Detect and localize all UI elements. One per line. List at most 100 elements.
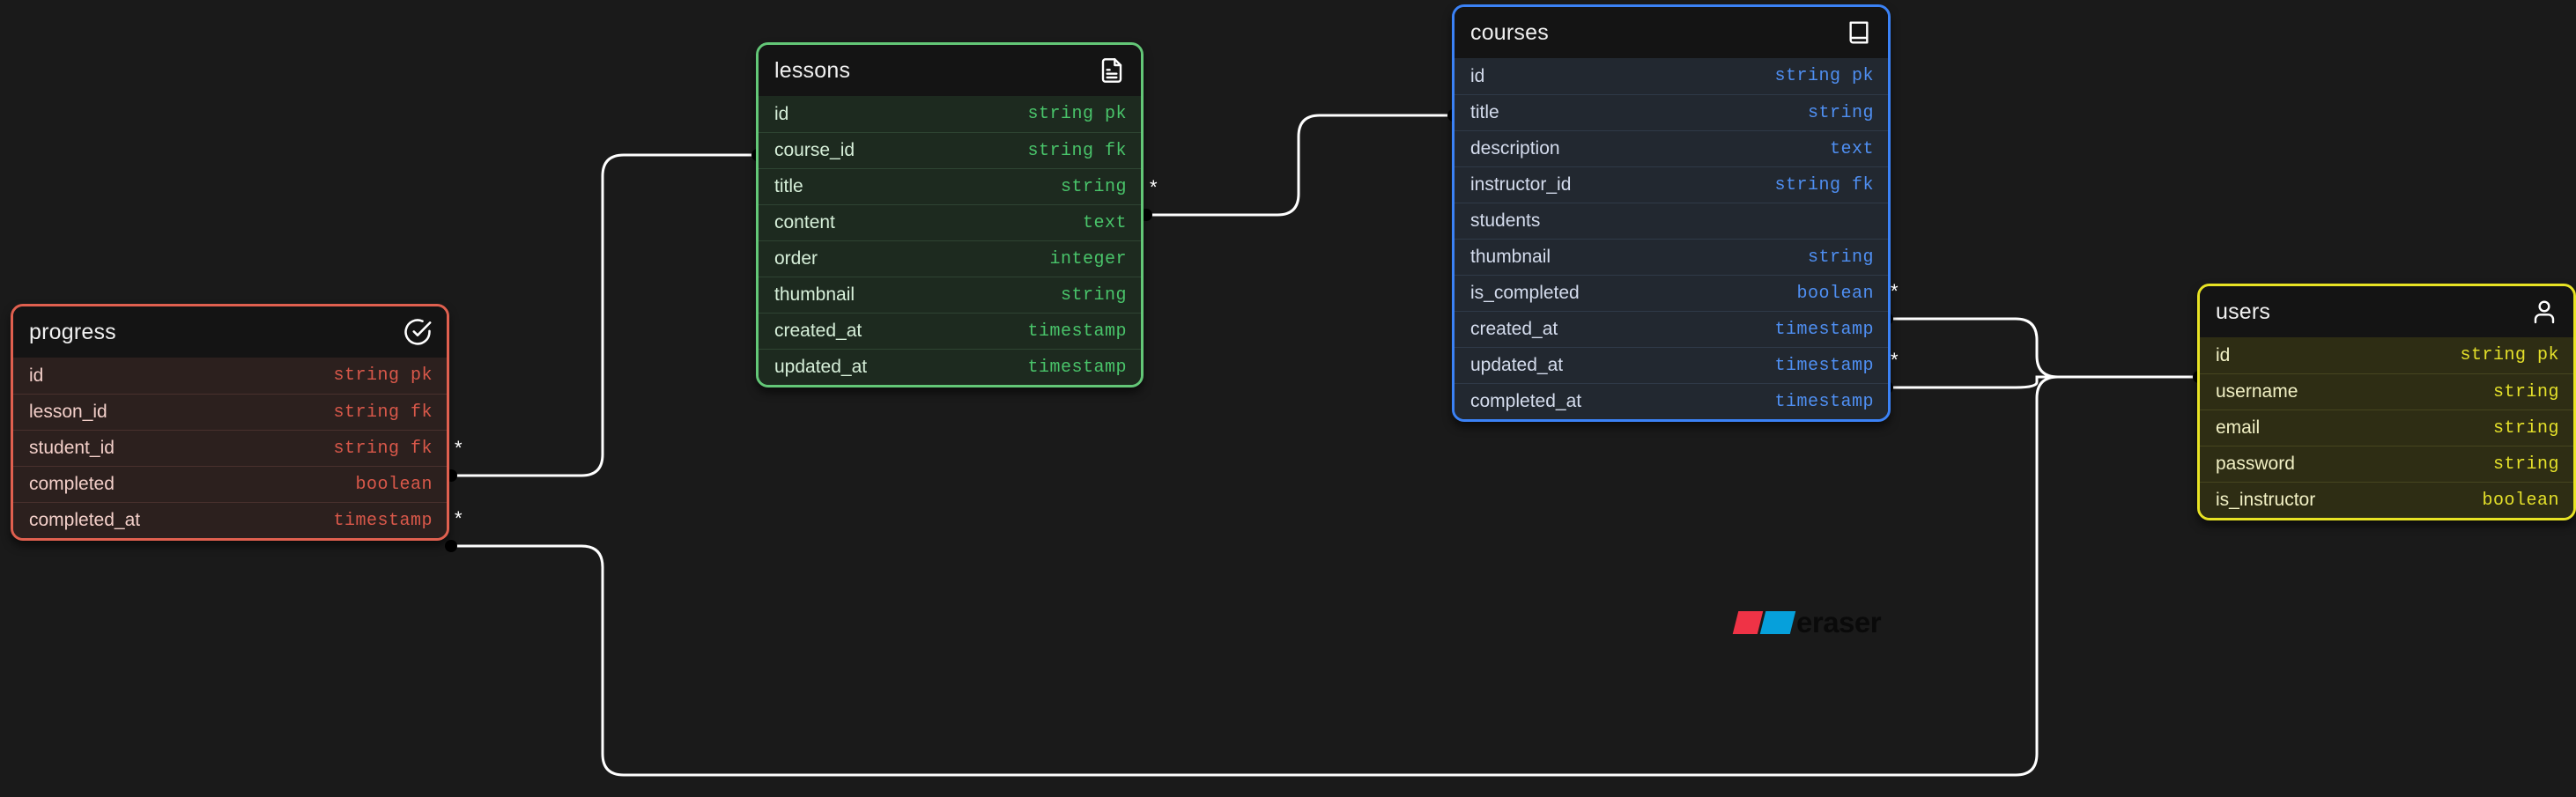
eraser-logo-icon bbox=[1732, 610, 1796, 634]
eraser-wordmark: eraser bbox=[1796, 606, 1882, 638]
table-row[interactable]: course_id string fk bbox=[759, 132, 1141, 168]
field-name: thumbnail bbox=[774, 284, 855, 305]
table-row[interactable]: title string bbox=[759, 168, 1141, 204]
field-type: string fk bbox=[333, 402, 433, 423]
table-row[interactable]: student_id string fk bbox=[13, 430, 447, 466]
table-row[interactable]: created_at timestamp bbox=[1455, 311, 1888, 347]
table-row[interactable]: students bbox=[1455, 203, 1888, 239]
table-title-courses: courses bbox=[1470, 19, 1549, 45]
field-name: order bbox=[774, 248, 818, 269]
table-row[interactable]: completed_at timestamp bbox=[13, 502, 447, 538]
field-type: string bbox=[1060, 284, 1127, 306]
er-diagram-canvas: progress id string pk lesson_id string f… bbox=[0, 0, 2576, 797]
field-name: completed_at bbox=[29, 510, 141, 530]
field-name: content bbox=[774, 212, 835, 232]
table-row[interactable]: id string pk bbox=[1455, 58, 1888, 94]
field-type: timestamp bbox=[1774, 355, 1874, 376]
field-type: string bbox=[1060, 176, 1127, 197]
table-row[interactable]: id string pk bbox=[13, 358, 447, 394]
table-rows-lessons: id string pk course_id string fk title s… bbox=[759, 96, 1141, 385]
edge-courses-instructor-to-users-id bbox=[1886, 317, 2199, 379]
table-row[interactable]: created_at timestamp bbox=[759, 313, 1141, 349]
table-row[interactable]: id string pk bbox=[2200, 337, 2573, 373]
field-name: id bbox=[1470, 65, 1485, 86]
table-row[interactable]: description text bbox=[1455, 130, 1888, 166]
table-row[interactable]: order integer bbox=[759, 240, 1141, 277]
field-type: timestamp bbox=[1774, 319, 1874, 340]
multiplicity-marker: * bbox=[1891, 280, 1899, 302]
field-name: email bbox=[2216, 417, 2261, 438]
field-type: string pk bbox=[1774, 66, 1874, 86]
field-name: completed_at bbox=[1470, 391, 1582, 411]
table-header-progress: progress bbox=[13, 306, 447, 358]
field-type: string bbox=[2492, 381, 2559, 402]
field-name: students bbox=[1470, 210, 1541, 231]
field-type: string pk bbox=[1027, 104, 1127, 124]
multiplicity-marker: * bbox=[455, 507, 463, 529]
field-type: string pk bbox=[2460, 345, 2559, 365]
field-type: timestamp bbox=[333, 510, 433, 531]
field-name: created_at bbox=[774, 321, 862, 341]
field-type: text bbox=[1829, 138, 1874, 159]
field-type: string bbox=[1807, 102, 1874, 123]
field-name: course_id bbox=[774, 140, 855, 160]
table-card-progress[interactable]: progress id string pk lesson_id string f… bbox=[11, 304, 449, 541]
field-type: boolean bbox=[2482, 490, 2559, 511]
table-row[interactable]: updated_at timestamp bbox=[759, 349, 1141, 385]
table-row[interactable]: id string pk bbox=[759, 96, 1141, 132]
table-title-lessons: lessons bbox=[774, 57, 851, 83]
table-header-lessons: lessons bbox=[759, 45, 1141, 96]
table-row[interactable]: updated_at timestamp bbox=[1455, 347, 1888, 383]
table-header-courses: courses bbox=[1455, 7, 1888, 58]
table-card-lessons[interactable]: lessons id string pk course_id string fk bbox=[756, 42, 1144, 387]
field-name: instructor_id bbox=[1470, 174, 1572, 195]
table-row[interactable]: instructor_id string fk bbox=[1455, 166, 1888, 203]
edge-endpoint-dot bbox=[445, 540, 457, 552]
field-name: username bbox=[2216, 381, 2298, 402]
edge-lessons-course-to-courses-id bbox=[1145, 114, 1454, 217]
table-row[interactable]: completed_at timestamp bbox=[1455, 383, 1888, 419]
person-icon bbox=[2529, 297, 2559, 327]
field-type: string bbox=[2492, 417, 2559, 439]
field-name: is_completed bbox=[1470, 283, 1580, 303]
eraser-logo-red-shape bbox=[1732, 610, 1764, 634]
edge-progress-student-to-users-id bbox=[450, 375, 2199, 777]
table-row[interactable]: content text bbox=[759, 204, 1141, 240]
table-rows-progress: id string pk lesson_id string fk student… bbox=[13, 358, 447, 538]
field-type: string fk bbox=[333, 438, 433, 459]
field-type: timestamp bbox=[1774, 391, 1874, 412]
table-row[interactable]: lesson_id string fk bbox=[13, 394, 447, 430]
table-rows-courses: id string pk title string description te… bbox=[1455, 58, 1888, 419]
table-title-users: users bbox=[2216, 299, 2271, 324]
field-type: text bbox=[1082, 212, 1127, 233]
document-icon bbox=[1097, 55, 1127, 85]
field-name: thumbnail bbox=[1470, 247, 1551, 267]
eraser-logo-blue-shape bbox=[1759, 610, 1796, 634]
table-row[interactable]: thumbnail string bbox=[1455, 239, 1888, 275]
field-type: string bbox=[1807, 247, 1874, 268]
field-type: timestamp bbox=[1027, 321, 1127, 342]
book-icon bbox=[1844, 18, 1874, 48]
table-card-courses[interactable]: courses id string pk title string descri… bbox=[1452, 4, 1891, 422]
field-name: password bbox=[2216, 454, 2295, 474]
field-name: description bbox=[1470, 138, 1560, 159]
multiplicity-marker: * bbox=[1891, 349, 1899, 371]
field-name: created_at bbox=[1470, 319, 1558, 339]
table-row[interactable]: password string bbox=[2200, 446, 2573, 482]
table-row[interactable]: thumbnail string bbox=[759, 277, 1141, 313]
table-row[interactable]: is_instructor boolean bbox=[2200, 482, 2573, 518]
field-name: id bbox=[774, 103, 789, 124]
edge-progress-lesson-to-lessons-id bbox=[450, 153, 758, 477]
table-row[interactable]: title string bbox=[1455, 94, 1888, 130]
table-row[interactable]: username string bbox=[2200, 373, 2573, 410]
table-row[interactable]: is_completed boolean bbox=[1455, 275, 1888, 311]
field-name: completed bbox=[29, 474, 115, 494]
check-circle-icon bbox=[403, 317, 433, 347]
field-name: id bbox=[2216, 344, 2231, 365]
table-row[interactable]: completed boolean bbox=[13, 466, 447, 502]
field-name: title bbox=[1470, 102, 1499, 122]
field-type: string pk bbox=[333, 365, 433, 386]
multiplicity-marker: * bbox=[1150, 176, 1158, 198]
table-card-users[interactable]: users id string pk username string email… bbox=[2197, 284, 2576, 520]
table-row[interactable]: email string bbox=[2200, 410, 2573, 446]
